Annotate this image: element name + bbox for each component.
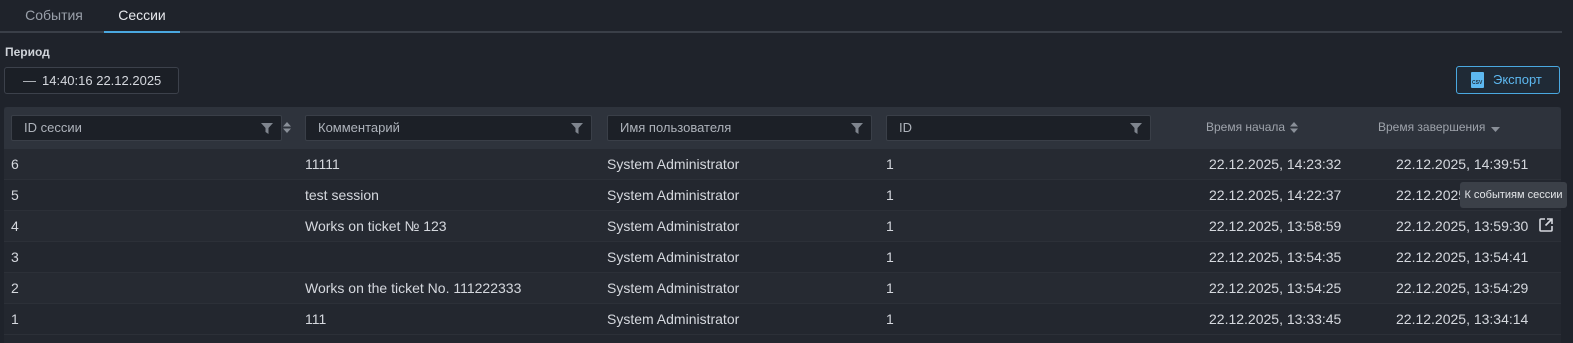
- session-events-tooltip: К событиям сессии: [1460, 182, 1567, 208]
- cell-start-time: 22.12.2025, 13:54:35: [1209, 249, 1342, 265]
- period-label: Период: [5, 45, 50, 59]
- comment-filter-label: Комментарий: [318, 120, 400, 135]
- cell-username: System Administrator: [607, 187, 740, 203]
- id-filter[interactable]: ID: [886, 115, 1151, 141]
- cell-session-id: 6: [11, 156, 19, 172]
- cell-id: 1: [886, 280, 894, 296]
- cell-comment: Works on ticket № 123: [305, 218, 447, 234]
- cell-session-id: 2: [11, 280, 19, 296]
- cell-start-time: 22.12.2025, 13:33:45: [1209, 311, 1342, 327]
- cell-comment: Works on the ticket No. 111222333: [305, 280, 522, 296]
- cell-end-time: 22.12.2025, 13:54:29: [1396, 280, 1529, 296]
- cell-comment: test session: [305, 187, 379, 203]
- username-filter[interactable]: Имя пользователя: [607, 115, 872, 141]
- filter-icon[interactable]: [1130, 123, 1142, 134]
- cell-end-time: 22.12.2025, 13:34:14: [1396, 311, 1529, 327]
- cell-id: 1: [886, 218, 894, 234]
- cell-comment: 11111: [305, 156, 340, 172]
- cell-id: 1: [886, 187, 894, 203]
- sort-desc-icon[interactable]: [1491, 127, 1500, 132]
- username-filter-label: Имя пользователя: [620, 120, 732, 135]
- start-time-header[interactable]: Время начала: [1206, 120, 1285, 134]
- cell-end-time: 22.12.2025, 13:54:41: [1396, 249, 1529, 265]
- cell-start-time: 22.12.2025, 14:23:32: [1209, 156, 1342, 172]
- sessions-table: ID сессии Комментарий Имя пользователя I…: [4, 107, 1561, 343]
- open-external-icon[interactable]: [1538, 217, 1554, 233]
- csv-file-icon: [1471, 72, 1484, 88]
- cell-username: System Administrator: [607, 218, 740, 234]
- cell-comment: 111: [305, 311, 327, 327]
- cell-session-id: 5: [11, 187, 19, 203]
- session-id-filter[interactable]: ID сессии: [11, 115, 282, 141]
- cell-session-id: 3: [11, 249, 19, 265]
- table-row[interactable]: 2 Works on the ticket No. 111222333 System…: [4, 273, 1561, 304]
- id-filter-label: ID: [899, 120, 912, 135]
- cell-username: System Administrator: [607, 156, 740, 172]
- cell-end-time: 22.12.2025: [1396, 187, 1467, 203]
- cell-username: System Administrator: [607, 249, 740, 265]
- table-row[interactable]: 5 test session System Administrator 1 22.12.…: [4, 180, 1561, 211]
- filter-icon[interactable]: [261, 123, 273, 134]
- session-id-filter-label: ID сессии: [24, 120, 82, 135]
- table-row[interactable]: 3 System Administrator 1 22.12.2025, 13:54:…: [4, 242, 1561, 273]
- table-row[interactable]: 1 111 System Administrator 1 22.12.2025, 13:…: [4, 304, 1561, 335]
- cell-start-time: 22.12.2025, 13:54:25: [1209, 280, 1342, 296]
- export-label: Экспорт: [1493, 72, 1542, 87]
- sort-icon[interactable]: [283, 122, 291, 133]
- table-header: ID сессии Комментарий Имя пользователя I…: [4, 107, 1561, 149]
- cell-id: 1: [886, 311, 894, 327]
- period-field[interactable]: — 14:40:16 22.12.2025: [4, 67, 179, 94]
- table-row[interactable]: 4 Works on ticket № 123 System Administrat…: [4, 211, 1561, 242]
- cell-username: System Administrator: [607, 280, 740, 296]
- comment-filter[interactable]: Комментарий: [305, 115, 592, 141]
- cell-id: 1: [886, 156, 894, 172]
- cell-start-time: 22.12.2025, 14:22:37: [1209, 187, 1342, 203]
- sort-icon[interactable]: [1290, 122, 1298, 133]
- filter-icon[interactable]: [851, 123, 863, 134]
- cell-session-id: 4: [11, 218, 19, 234]
- end-time-header[interactable]: Время завершения: [1378, 120, 1485, 134]
- cell-id: 1: [886, 249, 894, 265]
- period-dash: —: [23, 73, 36, 88]
- filter-icon[interactable]: [571, 123, 583, 134]
- table-row[interactable]: 6 11111 System Administrator 1 22.12.2025, 1…: [4, 149, 1561, 180]
- tab-bar: События Сессии: [0, 0, 1562, 33]
- cell-start-time: 22.12.2025, 13:58:59: [1209, 218, 1342, 234]
- cell-end-time: 22.12.2025, 13:59:30: [1396, 218, 1529, 234]
- tab-events[interactable]: События: [10, 0, 98, 33]
- cell-username: System Administrator: [607, 311, 740, 327]
- export-button[interactable]: Экспорт: [1456, 66, 1560, 94]
- tab-sessions[interactable]: Сессии: [104, 0, 180, 33]
- cell-session-id: 1: [11, 311, 19, 327]
- period-value: 14:40:16 22.12.2025: [42, 73, 162, 88]
- cell-end-time: 22.12.2025, 14:39:51: [1396, 156, 1529, 172]
